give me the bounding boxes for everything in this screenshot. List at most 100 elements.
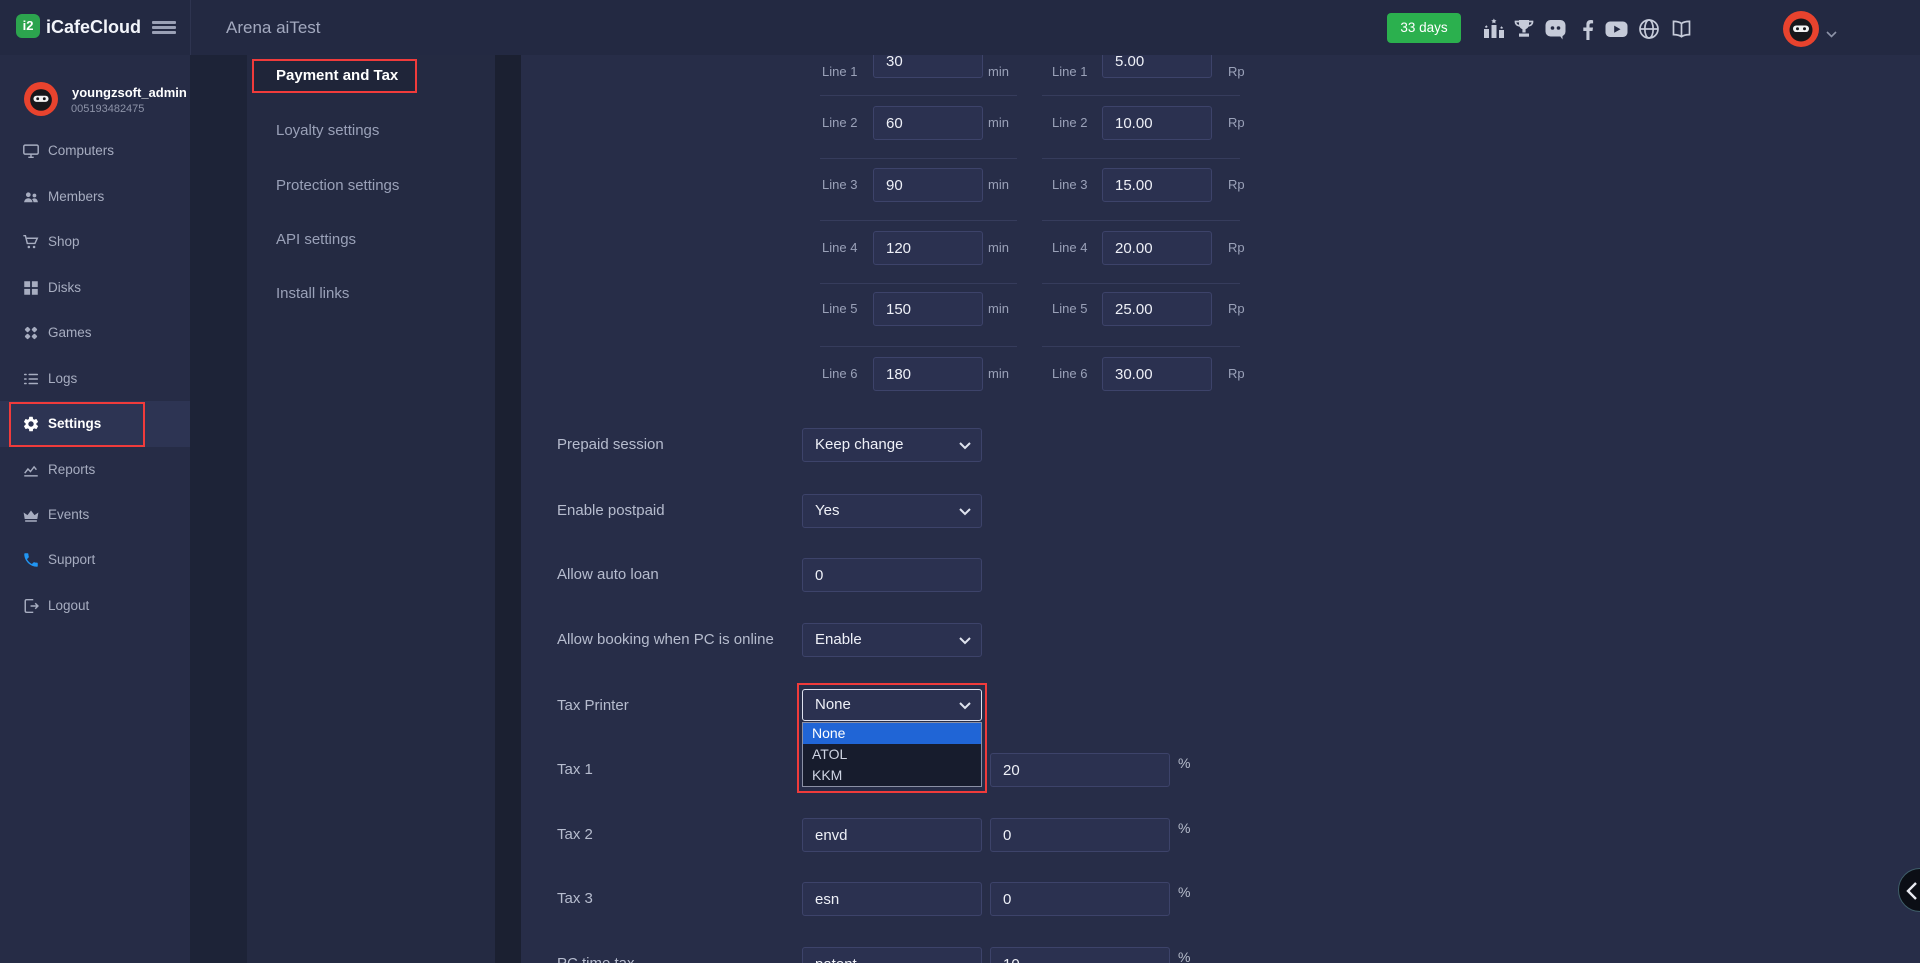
sidebar-item-events[interactable]: Events [0, 492, 190, 538]
tax3-label: Tax 3 [557, 882, 593, 916]
avatar-chevron-down-icon[interactable] [1826, 25, 1837, 43]
row-divider [1042, 283, 1240, 284]
tax2-name-input[interactable] [802, 818, 982, 852]
line5-rp-input[interactable] [1102, 292, 1212, 326]
phone-icon [22, 551, 40, 569]
tax2-rate-input[interactable] [990, 818, 1170, 852]
payment-and-tax-panel: Line 1 min Line 2 min Line 3 min Line 4 … [521, 55, 1920, 963]
allow-booking-value: Enable [815, 624, 862, 656]
ranking-icon[interactable] [1482, 17, 1506, 41]
line6-rp-input[interactable] [1102, 357, 1212, 391]
page-title: Arena aiTest [226, 0, 321, 55]
youtube-icon[interactable] [1604, 17, 1628, 41]
line1-rp-input[interactable] [1102, 55, 1212, 78]
tax-printer-label: Tax Printer [557, 689, 629, 723]
submenu-item-payment-and-tax[interactable]: Payment and Tax [247, 59, 495, 93]
tax3-name-input[interactable] [802, 882, 982, 916]
submenu-item-loyalty-settings[interactable]: Loyalty settings [247, 114, 495, 148]
globe-icon[interactable] [1637, 17, 1661, 41]
line4-rp-label: Line 4 [1052, 231, 1087, 265]
tax1-percent-unit: % [1178, 755, 1190, 771]
sidebar-item-games[interactable]: Games [0, 310, 190, 356]
book-icon[interactable] [1669, 17, 1693, 41]
sidebar: youngzsoft_admin 005193482475 Computers … [0, 55, 190, 963]
row-divider [1042, 220, 1240, 221]
row-divider [820, 95, 1017, 96]
topbar-divider [190, 0, 191, 55]
line5-rp-label: Line 5 [1052, 292, 1087, 326]
allow-booking-label: Allow booking when PC is online [557, 623, 774, 657]
tax1-label: Tax 1 [557, 753, 593, 787]
enable-postpaid-value: Yes [815, 495, 839, 527]
sidebar-item-support[interactable]: Support [0, 537, 190, 583]
sidebar-avatar [24, 82, 58, 116]
sidebar-item-disks[interactable]: Disks [0, 265, 190, 311]
trophy-icon[interactable] [1512, 17, 1536, 41]
tax-printer-value: None [815, 690, 851, 720]
user-avatar[interactable] [1783, 11, 1819, 47]
pc-time-tax-percent-unit: % [1178, 949, 1190, 963]
tax2-percent-unit: % [1178, 820, 1190, 836]
line4-min-input[interactable] [873, 231, 983, 265]
line4-rp-input[interactable] [1102, 231, 1212, 265]
prepaid-session-label: Prepaid session [557, 428, 664, 462]
line3-min-unit: min [988, 168, 1009, 202]
chevron-down-icon [959, 508, 971, 516]
line5-min-label: Line 5 [822, 292, 857, 326]
facebook-icon[interactable] [1579, 17, 1603, 41]
sidebar-item-members[interactable]: Members [0, 174, 190, 220]
option-kkm[interactable]: KKM [803, 765, 981, 786]
line6-min-label: Line 6 [822, 357, 857, 391]
sidebar-item-computers[interactable]: Computers [0, 128, 190, 174]
submenu-item-install-links[interactable]: Install links [247, 277, 495, 311]
chart-icon [22, 461, 40, 479]
tax1-rate-input[interactable] [990, 753, 1170, 787]
line2-rp-input[interactable] [1102, 106, 1212, 140]
enable-postpaid-select[interactable]: Yes [802, 494, 982, 528]
submenu-item-api-settings[interactable]: API settings [247, 223, 495, 257]
submenu-item-protection-settings[interactable]: Protection settings [247, 169, 495, 203]
sidebar-item-reports[interactable]: Reports [0, 447, 190, 493]
license-days-badge[interactable]: 33 days [1387, 13, 1461, 43]
option-atol[interactable]: ATOL [803, 744, 981, 765]
discord-icon[interactable] [1543, 17, 1567, 41]
logo-icon: i2 [16, 14, 40, 38]
pc-time-tax-name-input[interactable] [802, 947, 982, 963]
tax-printer-select[interactable]: None [802, 689, 982, 721]
line4-rp-unit: Rp [1228, 231, 1245, 265]
pc-time-tax-rate-input[interactable] [990, 947, 1170, 963]
line4-min-unit: min [988, 231, 1009, 265]
prepaid-session-select[interactable]: Keep change [802, 428, 982, 462]
sidebar-item-settings[interactable]: Settings [0, 401, 190, 447]
menu-toggle-icon[interactable] [152, 21, 176, 34]
tax2-label: Tax 2 [557, 818, 593, 852]
chevron-left-icon [1905, 881, 1919, 901]
row-divider [820, 220, 1017, 221]
username: youngzsoft_admin [72, 85, 187, 100]
line6-rp-unit: Rp [1228, 357, 1245, 391]
line1-min-input[interactable] [873, 55, 983, 78]
logo-text: iCafeCloud [46, 0, 141, 55]
line2-rp-label: Line 2 [1052, 106, 1087, 140]
line1-rp-label: Line 1 [1052, 55, 1087, 89]
user-id: 005193482475 [71, 103, 144, 115]
allow-auto-loan-input[interactable] [802, 558, 982, 592]
line6-min-input[interactable] [873, 357, 983, 391]
option-none[interactable]: None [803, 723, 981, 744]
line2-min-input[interactable] [873, 106, 983, 140]
line3-rp-label: Line 3 [1052, 168, 1087, 202]
prepaid-session-value: Keep change [815, 429, 903, 461]
tax3-rate-input[interactable] [990, 882, 1170, 916]
allow-booking-select[interactable]: Enable [802, 623, 982, 657]
line3-min-input[interactable] [873, 168, 983, 202]
logout-icon [22, 597, 40, 615]
sidebar-item-logs[interactable]: Logs [0, 356, 190, 402]
sidebar-item-shop[interactable]: Shop [0, 219, 190, 265]
submenu-scroll-strip[interactable] [495, 55, 521, 963]
row-divider [820, 346, 1017, 347]
line3-rp-input[interactable] [1102, 168, 1212, 202]
gamepad-icon [22, 324, 40, 342]
line3-min-label: Line 3 [822, 168, 857, 202]
line5-min-input[interactable] [873, 292, 983, 326]
sidebar-item-logout[interactable]: Logout [0, 583, 190, 629]
